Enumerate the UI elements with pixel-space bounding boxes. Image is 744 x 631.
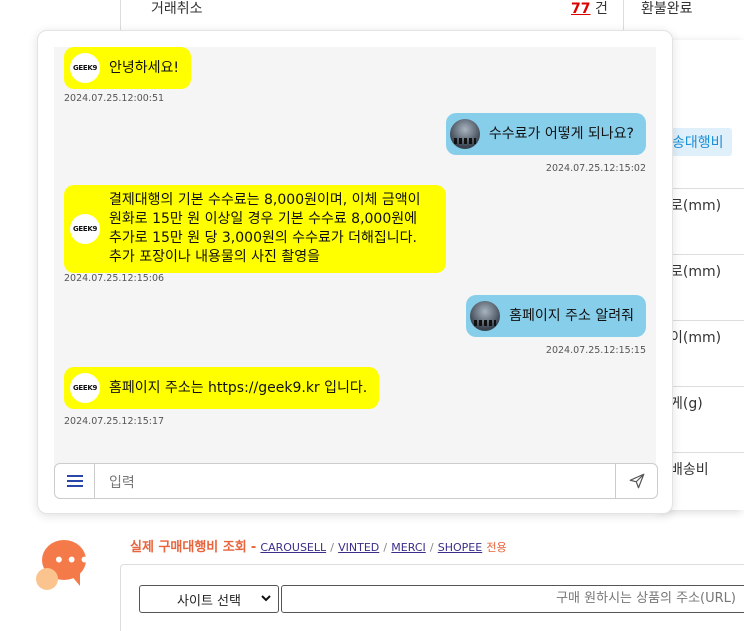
message-user: 수수료가 어떻게 되나요? (445, 113, 646, 155)
chat-input-bar: 입력 (54, 463, 658, 499)
divider (623, 0, 624, 30)
message-timestamp: 2024.07.25.12:15:15 (545, 345, 646, 356)
site-select-value: 사이트 선택 (177, 593, 241, 609)
product-url-input[interactable]: 구매 원하시는 상품의 주소(URL) (281, 585, 744, 613)
message-text: 안녕하세요! (109, 59, 180, 76)
message-text: 결제대행의 기본 수수료는 8,000원이며, 이체 금액이 원화로 15만 원… (109, 192, 421, 265)
link-vinted[interactable]: VINTED (338, 541, 379, 554)
separator: / (383, 541, 388, 554)
chevron-down-icon (260, 592, 272, 607)
site-select[interactable]: 사이트 선택 (139, 585, 279, 613)
cancel-count[interactable]: 77 건 (571, 0, 608, 18)
user-avatar (449, 119, 480, 149)
message-bot: GEEK9 안녕하세요! (64, 47, 192, 89)
menu-button[interactable] (55, 464, 95, 498)
cancel-label: 거래취소 (151, 1, 203, 17)
hamburger-icon (66, 480, 83, 482)
message-timestamp: 2024.07.25.12:15:02 (545, 163, 646, 174)
exclusive-label: 전용 (486, 541, 507, 554)
send-button[interactable] (615, 464, 657, 498)
link-merci[interactable]: MERCI (391, 541, 425, 554)
chat-history[interactable]: GEEK9 안녕하세요! 2024.07.25.12:00:51 수수료가 어떻… (54, 47, 656, 475)
message-text: 홈페이지 주소는 https://geek9.kr 입니다. (109, 379, 368, 396)
refund-label: 환불완료 (641, 1, 693, 17)
chat-message-input[interactable]: 입력 (109, 472, 135, 492)
bot-avatar: GEEK9 (70, 373, 100, 403)
user-avatar (470, 301, 501, 331)
chat-launcher-button[interactable]: ••• (36, 540, 92, 592)
count-unit: 건 (594, 1, 608, 17)
link-shopee[interactable]: SHOPEE (438, 541, 482, 554)
tab-shipping-fee[interactable]: 송대행비 (664, 128, 732, 156)
purchase-fee-lookup: 실제 구매대행비 조회 - CAROUSELL / VINTED / MERCI… (0, 520, 744, 631)
link-carousell[interactable]: CAROUSELL (260, 541, 326, 554)
purchase-fee-heading: 실제 구매대행비 조회 (130, 540, 247, 555)
message-text: 수수료가 어떻게 되나요? (488, 125, 634, 142)
message-text: 홈페이지 주소 알려줘 (509, 307, 634, 324)
chat-window: GEEK9 안녕하세요! 2024.07.25.12:00:51 수수료가 어떻… (37, 30, 673, 514)
message-timestamp: 2024.07.25.12:15:17 (64, 416, 165, 427)
separator: / (429, 541, 434, 554)
purchase-fee-form: 사이트 선택 구매 원하시는 상품의 주소(URL) (120, 564, 744, 631)
message-bot: GEEK9 결제대행의 기본 수수료는 8,000원이며, 이체 금액이 원화로… (64, 185, 446, 273)
title-dash: - (250, 540, 257, 555)
bot-avatar: GEEK9 (70, 214, 100, 244)
message-user: 홈페이지 주소 알려줘 (466, 295, 646, 337)
cancel-count-value[interactable]: 77 (571, 1, 590, 17)
message-timestamp: 2024.07.25.12:00:51 (64, 93, 165, 104)
purchase-fee-title: 실제 구매대행비 조회 - CAROUSELL / VINTED / MERCI… (130, 536, 507, 555)
send-icon (629, 473, 644, 489)
message-timestamp: 2024.07.25.12:15:06 (64, 273, 165, 284)
ellipsis-icon: ••• (53, 548, 92, 572)
bot-avatar: GEEK9 (70, 53, 100, 83)
summary-row: 거래취소 77 건 환불완료 (120, 0, 744, 30)
separator: / (330, 541, 334, 554)
message-bot: GEEK9 홈페이지 주소는 https://geek9.kr 입니다. (64, 367, 380, 409)
